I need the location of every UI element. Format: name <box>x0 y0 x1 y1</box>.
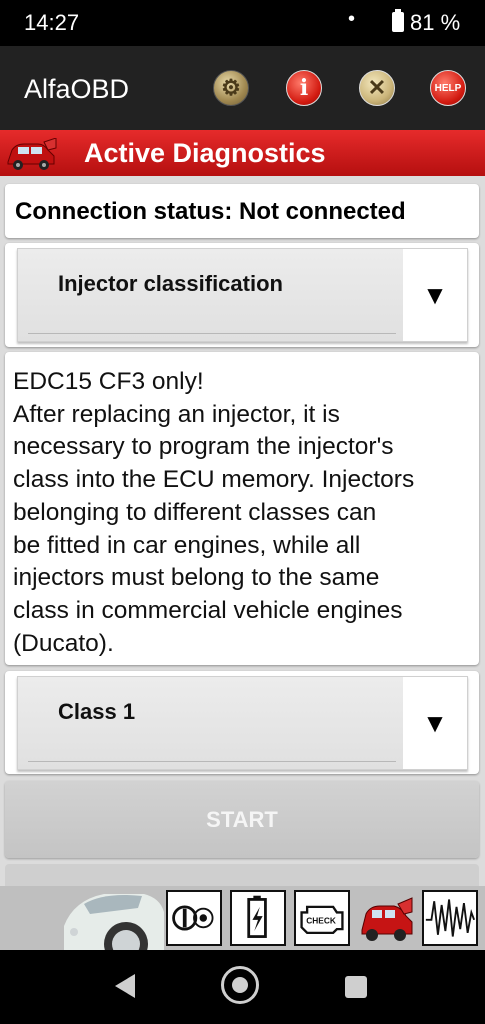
description-line: belonging to different classes can <box>13 498 377 526</box>
home-icon[interactable] <box>221 966 259 1004</box>
procedure-select-card: Injector classification ▼ <box>5 243 479 347</box>
dropdown-arrow-icon[interactable]: ▼ <box>403 249 467 341</box>
description-line: injectors must belong to the same <box>13 564 380 592</box>
battery-icon <box>392 9 404 32</box>
recents-icon[interactable] <box>345 976 367 998</box>
connection-status: Connection status: Not connected <box>15 198 406 225</box>
section-banner: Active Diagnostics <box>0 130 485 176</box>
battery-voltage-icon[interactable] <box>230 890 286 946</box>
check-engine-icon[interactable]: CHECK <box>294 890 350 946</box>
gear-glyph: ⚙ <box>221 75 241 100</box>
info-icon[interactable]: i <box>286 70 322 106</box>
car-icon <box>7 138 57 170</box>
help-glyph: HELP <box>434 82 462 94</box>
start-button-label: START <box>206 807 278 832</box>
class-select-card: Class 1 ▼ <box>5 671 479 774</box>
bottom-toolbar: CHECK <box>0 886 485 950</box>
app-bar: AlfaOBD ⚙ i ✕ HELP <box>0 46 485 130</box>
procedure-select[interactable]: Injector classification ▼ <box>17 248 468 342</box>
description-line: necessary to program the injector's <box>13 433 394 461</box>
dropdown-arrow-icon[interactable]: ▼ <box>403 677 467 769</box>
car-front-icon <box>64 894 164 950</box>
car-diagnostics-icon[interactable] <box>358 890 414 946</box>
back-icon[interactable] <box>115 974 135 998</box>
start-button[interactable]: START <box>5 781 479 858</box>
system-nav-bar <box>0 950 485 1024</box>
check-engine-label: CHECK <box>306 916 336 926</box>
help-icon[interactable]: HELP <box>430 70 466 106</box>
class-select-value: Class 1 <box>58 699 136 724</box>
status-time: 14:27 <box>24 10 80 35</box>
info-glyph: i <box>299 75 309 101</box>
tools-glyph: ✕ <box>367 75 387 100</box>
description-card: EDC15 CF3 only! After replacing an injec… <box>5 352 479 665</box>
battery-percent: 81 % <box>410 10 461 35</box>
procedure-select-value: Injector classification <box>58 271 283 296</box>
connection-status-card: Connection status: Not connected <box>5 184 479 238</box>
class-select[interactable]: Class 1 ▼ <box>17 676 468 770</box>
notification-dot: • <box>348 8 356 30</box>
description-line: class into the ECU memory. Injectors <box>13 466 415 494</box>
ignition-key-icon[interactable] <box>166 890 222 946</box>
waveform-icon[interactable] <box>422 890 478 946</box>
description-line: class in commercial vehicle engines <box>13 596 403 624</box>
description-line: be fitted in car engines, while all <box>13 531 361 559</box>
tools-icon[interactable]: ✕ <box>359 70 395 106</box>
select-underline <box>28 761 396 762</box>
description-line: After replacing an injector, it is <box>13 400 340 428</box>
select-underline <box>28 333 396 334</box>
status-bar: 14:27 • 81 % <box>0 0 485 46</box>
app-title: AlfaOBD <box>24 74 130 104</box>
description-line: EDC15 CF3 only! <box>13 368 204 395</box>
gear-icon[interactable]: ⚙ <box>213 70 249 106</box>
description-line: (Ducato). <box>13 629 114 657</box>
page-title: Active Diagnostics <box>84 138 326 168</box>
description-text: EDC15 CF3 only! After replacing an injec… <box>13 366 473 660</box>
